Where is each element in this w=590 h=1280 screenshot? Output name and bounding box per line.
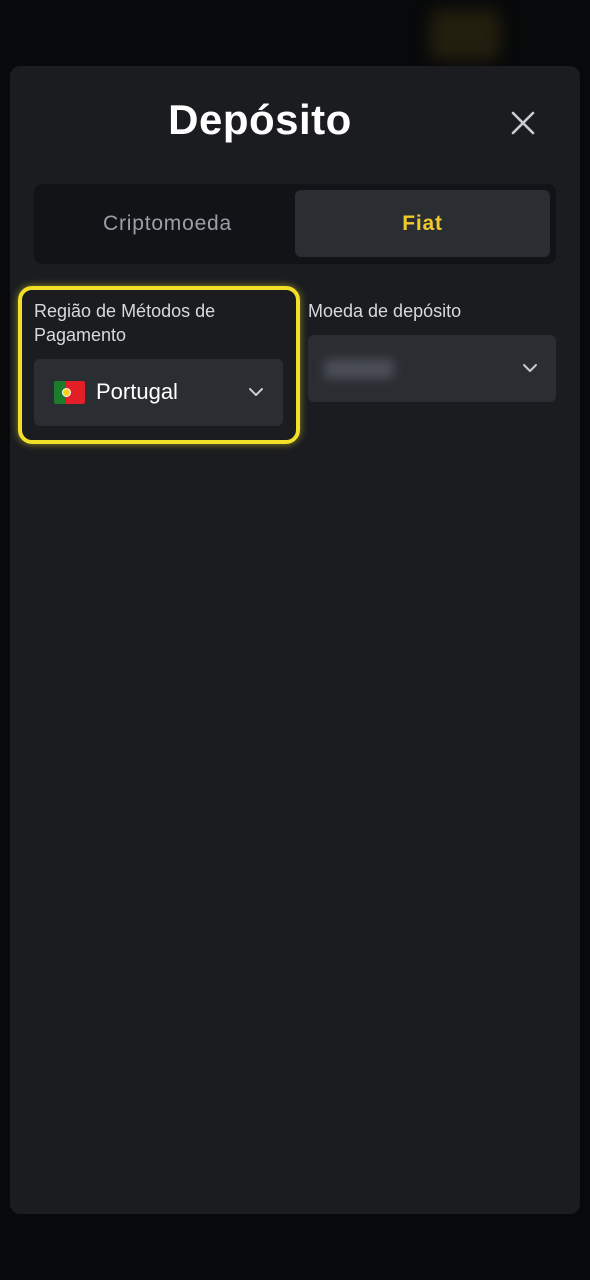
close-icon (511, 111, 535, 135)
chevron-down-icon (523, 364, 537, 372)
currency-value-blurred (324, 359, 394, 379)
tab-fiat[interactable]: Fiat (295, 190, 550, 257)
portugal-flag-icon (54, 381, 85, 404)
backdrop-blurred-element (430, 10, 500, 60)
chevron-down-icon (249, 388, 263, 396)
region-field-label: Região de Métodos de Pagamento (34, 301, 216, 345)
close-button[interactable] (506, 106, 540, 140)
deposit-type-tabs: Criptomoeda Fiat (34, 184, 556, 264)
region-select[interactable]: Portugal (34, 359, 283, 426)
currency-select[interactable] (308, 335, 556, 402)
modal-title: Depósito (168, 96, 352, 143)
tab-criptomoeda[interactable]: Criptomoeda (40, 190, 295, 257)
currency-field-label: Moeda de depósito (308, 301, 462, 321)
region-select-value: Portugal (96, 379, 178, 404)
